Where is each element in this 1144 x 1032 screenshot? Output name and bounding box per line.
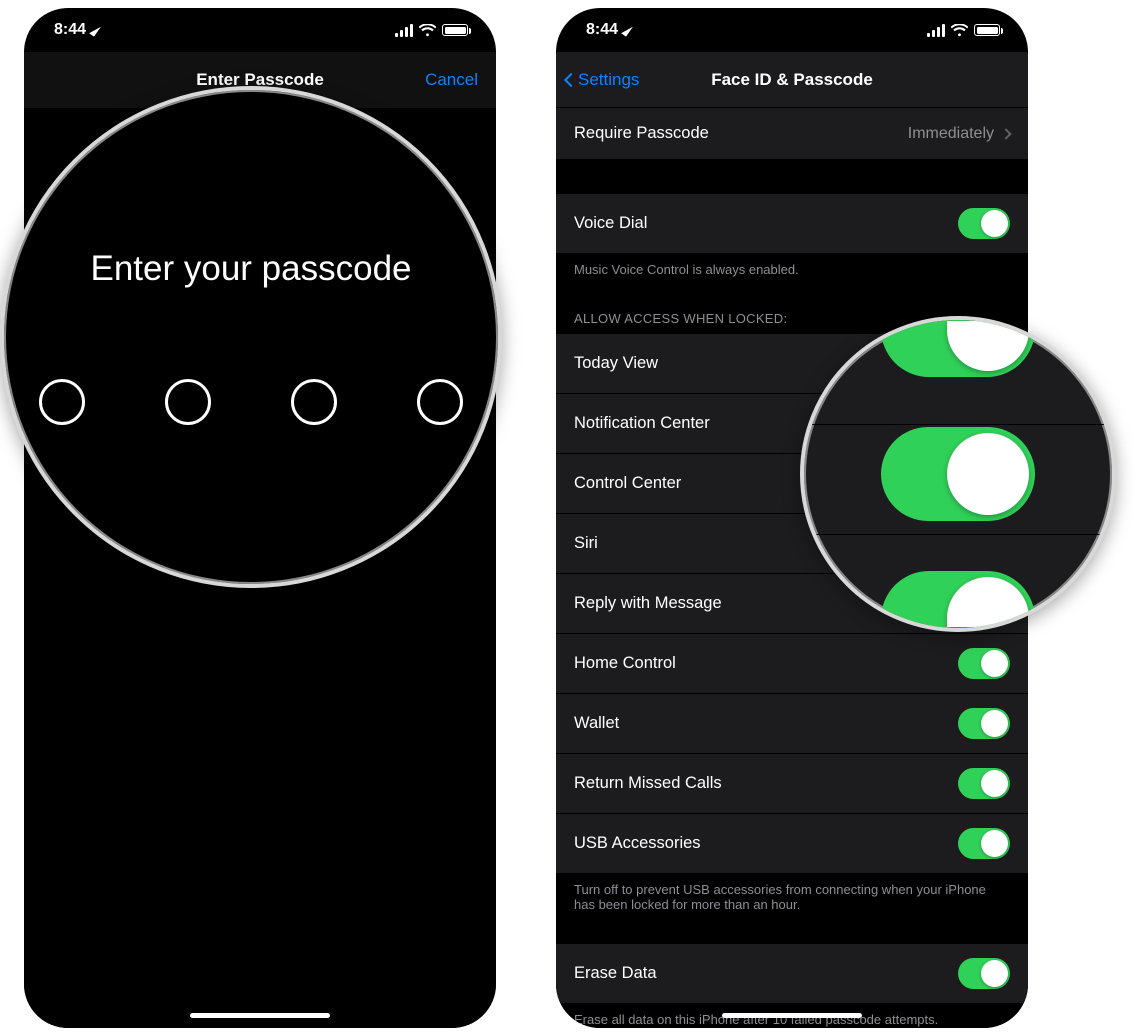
passcode-dot [291, 379, 337, 425]
location-icon [621, 23, 633, 36]
nav-bar: Settings Face ID & Passcode [556, 52, 1028, 108]
passcode-dots[interactable] [39, 379, 463, 425]
cell-label: Control Center [574, 474, 681, 493]
cell-label: Require Passcode [574, 124, 709, 143]
allow-access-cell[interactable]: Return Missed Calls [556, 754, 1028, 814]
allow-access-cell[interactable]: Wallet [556, 694, 1028, 754]
cell-label: Reply with Message [574, 594, 722, 613]
section-gap [556, 160, 1028, 194]
status-icons [395, 24, 468, 37]
cell-label: Wallet [574, 714, 619, 733]
cell-label: Erase Data [574, 964, 657, 983]
chevron-left-icon [564, 72, 578, 86]
usb-footer: Turn off to prevent USB accessories from… [556, 874, 1028, 926]
zoom-toggle-partial-top [881, 317, 1035, 377]
allow-access-toggle[interactable] [958, 828, 1010, 859]
cell-detail: Immediately [908, 125, 1010, 143]
passcode-prompt: Enter your passcode [90, 249, 411, 289]
cell-label: Notification Center [574, 414, 710, 433]
voice-dial-toggle[interactable] [958, 208, 1010, 239]
zoom-toggle[interactable] [881, 427, 1035, 521]
cell-label: Home Control [574, 654, 676, 673]
passcode-dot [39, 379, 85, 425]
back-button[interactable]: Settings [566, 70, 639, 90]
erase-data-cell[interactable]: Erase Data [556, 944, 1028, 1004]
status-time: 8:44 [586, 21, 618, 39]
cell-label: USB Accessories [574, 834, 701, 853]
erase-data-toggle[interactable] [958, 958, 1010, 989]
status-bar: 8:44 [556, 8, 1028, 52]
magnifier-passcode: Enter your passcode [0, 86, 502, 588]
status-icons [927, 24, 1000, 37]
allow-access-toggle[interactable] [958, 648, 1010, 679]
status-bar: 8:44 [24, 8, 496, 52]
section-gap [556, 926, 1028, 944]
allow-access-toggle[interactable] [958, 768, 1010, 799]
chevron-right-icon [1000, 128, 1011, 139]
nav-title: Face ID & Passcode [711, 70, 873, 90]
wifi-icon [951, 24, 968, 37]
cellular-icon [927, 24, 945, 37]
divider [804, 534, 1112, 535]
status-time: 8:44 [54, 21, 86, 39]
back-label: Settings [578, 70, 639, 90]
cell-label: Siri [574, 534, 598, 553]
cell-label: Voice Dial [574, 214, 647, 233]
passcode-dot [417, 379, 463, 425]
allow-access-toggle[interactable] [958, 708, 1010, 739]
battery-icon [974, 24, 1000, 36]
home-indicator[interactable] [722, 1013, 862, 1018]
require-passcode-cell[interactable]: Require Passcode Immediately [556, 108, 1028, 160]
wifi-icon [419, 24, 436, 37]
voice-dial-footer: Music Voice Control is always enabled. [556, 254, 1028, 291]
cellular-icon [395, 24, 413, 37]
voice-dial-cell[interactable]: Voice Dial [556, 194, 1028, 254]
cell-label: Today View [574, 354, 658, 373]
magnifier-toggle [800, 316, 1116, 632]
location-icon [89, 23, 101, 36]
cancel-button[interactable]: Cancel [425, 70, 478, 90]
divider [804, 424, 1112, 425]
detail-value: Immediately [908, 125, 994, 143]
zoom-toggle-partial-bottom [881, 571, 1035, 631]
cell-label: Return Missed Calls [574, 774, 722, 793]
allow-access-cell[interactable]: Home Control [556, 634, 1028, 694]
home-indicator[interactable] [190, 1013, 330, 1018]
allow-access-cell[interactable]: USB Accessories [556, 814, 1028, 874]
passcode-dot [165, 379, 211, 425]
battery-icon [442, 24, 468, 36]
